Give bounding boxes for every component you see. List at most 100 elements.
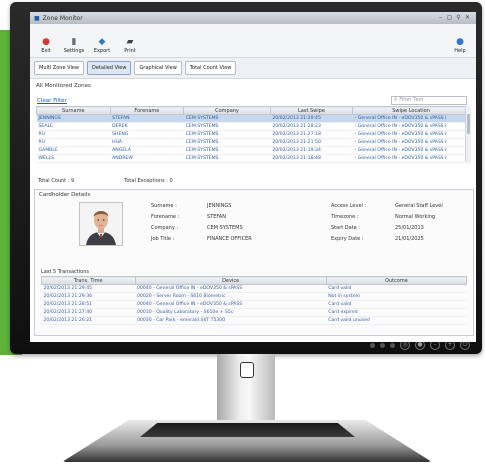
table-cell: - General Office IN - eDOV350 & sPASS l [352,130,470,139]
field-value: JENNINGS [207,203,232,209]
field-label: Surname : [151,203,177,209]
table-cell: DEREK [110,122,184,131]
table-cell: CEM SYSTEMS [183,122,271,131]
table-cell: 20/02/2013 21:26:21 [41,316,135,325]
field-label: Expiry Date : [331,236,364,242]
table-cell: 20/02/2013 21:29:45 [41,284,135,293]
column-header-trans-time[interactable]: Trans. Time [41,276,136,285]
column-header-company[interactable]: Company [183,106,271,115]
field-label: Start Date : [331,225,361,231]
table-cell: ANDREW [110,154,184,163]
table-cell: 20/02/2013 21:27:18 [270,130,353,139]
table-cell: 00040 - General Office IN - eDOV350 & sP… [135,300,327,309]
column-header-device[interactable]: Device [134,276,327,285]
transaction-row[interactable]: 20/02/2013 21:29:45 00040 - General Offic… [41,284,467,293]
table-cell: HUA [110,138,184,147]
table-cell: Not in system [326,292,467,301]
filter-input[interactable]: ⚲ Filter Text [391,96,467,105]
transaction-row[interactable]: 20/02/2013 21:26:21 00030 - Car Park - em… [41,316,467,325]
zones-table-wrapper: Surname Forename Company Last Swipe Swipe Lo… [36,106,471,163]
transaction-row[interactable]: 20/02/2013 21:28:51 00040 - General Offic… [41,300,467,309]
table-cell: Card valid [326,300,467,309]
table-row[interactable]: RU SHENG CEM SYSTEMS 20/02/2013 21:27:18- G… [36,130,470,139]
transactions-table-wrapper: Trans. Time Device Outcome 20/02/2013 21:2… [41,276,468,325]
table-cell: CEM SYSTEMS [183,138,271,147]
transactions-table: Trans. Time Device Outcome 20/02/2013 21:2… [41,276,468,325]
field-label: Job Title : [151,236,175,242]
column-header-surname[interactable]: Surname [36,106,111,115]
table-cell: - General Office IN - eDOV350 & sPASS l [352,146,470,155]
table-cell: - General Office IN - eDOV350 & sPASS l [352,138,470,147]
field-label: Timezone : [331,214,359,220]
transaction-row[interactable]: 20/02/2013 21:27:40 00010 - Quality Labor… [41,308,467,317]
table-cell: 20/02/2013 21:28:23 [270,122,353,131]
table-cell: CEM SYSTEMS [183,114,271,123]
column-header-last-swipe[interactable]: Last Swipe [269,106,354,115]
table-cell: - General Office IN - eDOV350 & sPASS l [352,154,470,163]
table-cell: 20/02/2013 21:27:40 [41,308,135,317]
column-header-outcome[interactable]: Outcome [325,276,468,285]
field-value: CEM SYSTEMS [207,225,243,231]
field-value: General Staff Level [395,203,443,209]
totals-bar: Total Count : 9 Total Exceptions : 0 [38,178,173,184]
transaction-row[interactable]: 20/02/2013 21:29:36 00020 - Server Room -… [41,292,467,301]
table-cell: 00020 - Server Room - S610 Biometric [135,292,327,301]
table-cell: 20/02/2013 21:21:50 [270,138,353,147]
table-cell: 20/02/2013 21:19:34 [270,146,353,155]
table-cell: 20/02/2013 21:18:48 [270,154,353,163]
field-label: Access Level : [331,203,367,209]
field-value: 25/01/2013 [395,225,424,231]
table-cell: 00030 - Car Park - emerald S6T T5300 [135,316,327,325]
table-cell: SEALE [36,122,111,131]
cable-slot [240,362,254,378]
table-cell: RU [36,130,111,139]
cardholder-photo [79,202,123,246]
table-cell: WELLS [36,154,111,163]
app-content: Clear Filter ⚲ Filter Text Surname Forena… [30,12,476,342]
field-value: Normal Working [395,214,436,220]
table-cell: CEM SYSTEMS [183,154,271,163]
cardholder-details-panel: Cardholder Details Surname : JENNINGS Fore… [34,189,474,336]
table-cell: - General Office IN - eDOV350 & sPASS l [352,114,470,123]
total-count: Total Count : 9 [38,178,75,184]
zones-table: Surname Forename Company Last Swipe Swipe Lo… [36,106,470,163]
field-value: 21/01/2025 [395,236,424,242]
table-cell: ANGELA [110,146,184,155]
table-cell: RU [36,138,111,147]
clear-filter-link[interactable]: Clear Filter [37,98,67,104]
table-cell: 20/02/2013 21:29:36 [41,292,135,301]
table-cell: CEM SYSTEMS [183,146,271,155]
column-header-forename[interactable]: Forename [109,106,185,115]
total-exceptions: Total Exceptions : 0 [124,178,173,184]
field-value: STEFAN [207,214,226,220]
table-row[interactable]: GAMBLE ANGELA CEM SYSTEMS 20/02/2013 21:19:… [36,146,470,155]
table-cell: Card expired [326,308,467,317]
indicator-dot [390,342,395,348]
filter-placeholder: Filter Text [399,97,424,103]
scrollbar-thumb[interactable] [467,114,470,134]
table-cell: GAMBLE [36,146,111,155]
field-value: FINANCE OFFICER [207,236,252,242]
table-cell: CEM SYSTEMS [183,130,271,139]
table-row[interactable]: SEALE DEREK CEM SYSTEMS 20/02/2013 21:28:23… [36,122,470,131]
zones-scrollbar[interactable] [465,106,471,162]
table-cell: STEFAN [110,114,184,123]
field-label: Company : [151,225,179,231]
table-row[interactable]: JENNINGS STEFAN CEM SYSTEMS 20/02/2013 21:2… [36,114,470,123]
indicator-dot [380,342,385,348]
details-title: Cardholder Details [39,192,91,198]
table-cell: 20/02/2013 21:28:51 [41,300,135,309]
table-cell: - General Office IN - eDOV350 & sPASS l [352,122,470,131]
table-row[interactable]: RU HUA CEM SYSTEMS 20/02/2013 21:21:50- Gen… [36,138,470,147]
table-cell: SHENG [110,130,184,139]
table-cell: 20/02/2013 21:29:45 [270,114,353,123]
table-cell: Card valid unused [326,316,467,325]
table-cell: Card valid [326,284,467,293]
table-cell: JENNINGS [36,114,111,123]
table-row[interactable]: WELLS ANDREW CEM SYSTEMS 20/02/2013 21:18:4… [36,154,470,163]
last-transactions-label: Last 5 Transactions [41,269,89,275]
column-header-swipe-location[interactable]: Swipe Location [352,106,470,115]
indicator-dot [370,342,375,348]
table-cell: 00040 - General Office IN - eDOV350 & sP… [135,284,327,293]
portrait-image [80,203,122,245]
